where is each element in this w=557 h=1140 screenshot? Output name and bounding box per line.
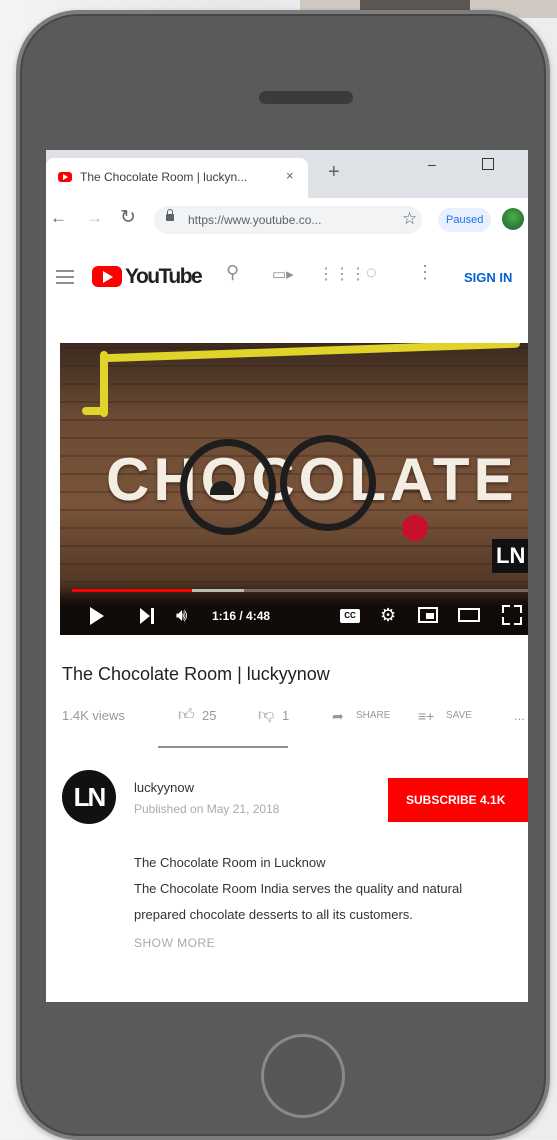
share-button[interactable]: SHARE [356, 710, 390, 721]
youtube-favicon-icon [58, 172, 72, 182]
fullscreen-icon[interactable] [502, 605, 522, 625]
browser-tab[interactable]: The Chocolate Room | luckyn... × [46, 158, 308, 198]
back-arrow-icon[interactable]: ← [50, 208, 67, 228]
video-frame-lamp [402, 515, 428, 541]
phone-home-button[interactable] [261, 1034, 345, 1118]
save-button[interactable]: SAVE [446, 710, 472, 721]
miniplayer-icon[interactable] [418, 607, 438, 623]
video-meta-row: 1.4K views 👍︎ 25 👎︎ 1 ➦ SHARE ≡+ SAVE ..… [62, 706, 528, 736]
phone-screen: The Chocolate Room | luckyn... × + – ← →… [46, 150, 528, 1002]
phone-speaker [259, 91, 353, 104]
sync-paused-button[interactable]: Paused [438, 208, 492, 232]
browser-tab-bar: The Chocolate Room | luckyn... × + – [46, 150, 528, 198]
next-icon[interactable] [140, 608, 154, 624]
bookmark-star-icon[interactable]: ☆ [402, 209, 417, 229]
description-line: The Chocolate Room India serves the qual… [134, 881, 463, 896]
tab-close-icon[interactable]: × [286, 168, 294, 183]
video-title: The Chocolate Room | luckyynow [62, 664, 330, 684]
reload-icon[interactable]: ↻ [120, 206, 136, 229]
settings-more-icon[interactable]: ⋮ [416, 262, 434, 283]
video-description: The Chocolate Room in Lucknow The Chocol… [134, 850, 528, 928]
youtube-play-logo-icon [92, 266, 122, 287]
share-icon[interactable]: ➦ [332, 708, 344, 725]
like-icon[interactable]: 👍︎ [178, 706, 195, 725]
video-frame-bicycle-wheel [280, 435, 376, 531]
more-actions-icon[interactable]: ... [514, 708, 525, 723]
theater-mode-icon[interactable] [458, 608, 480, 622]
subscribe-button[interactable]: SUBSCRIBE 4.1K [388, 778, 528, 822]
view-count: 1.4K views [62, 708, 125, 723]
dislike-icon[interactable]: 👎︎ [258, 706, 274, 725]
channel-name[interactable]: luckyynow [134, 780, 194, 795]
captions-icon[interactable]: CC [340, 609, 360, 623]
publish-date: Published on May 21, 2018 [134, 802, 280, 816]
search-icon[interactable]: ⚲ [226, 262, 239, 283]
address-bar[interactable]: https://www.youtube.co... ☆ [154, 206, 422, 234]
youtube-logo-text: YouTube [125, 265, 203, 288]
dislike-count: 1 [282, 708, 290, 723]
new-tab-button[interactable]: + [328, 162, 340, 182]
lock-icon [166, 209, 174, 221]
browser-toolbar: ← → ↻ https://www.youtube.co... ☆ Paused [46, 198, 528, 243]
tab-title: The Chocolate Room | luckyn... [80, 170, 248, 184]
profile-avatar[interactable] [502, 208, 524, 230]
description-line: The Chocolate Room in Lucknow [134, 855, 326, 870]
forward-arrow-icon[interactable]: → [86, 208, 103, 228]
settings-gear-icon[interactable]: ⚙ [380, 605, 396, 626]
video-player[interactable]: CHOCOLATE LN 🔊︎ 1:16 / 4:48 CC ⚙ [60, 343, 528, 635]
sentiment-bar [158, 746, 288, 748]
address-url[interactable]: https://www.youtube.co... [188, 213, 321, 227]
save-playlist-icon[interactable]: ≡+ [418, 708, 434, 724]
channel-avatar[interactable]: LN [62, 770, 116, 824]
video-time: 1:16 / 4:48 [212, 609, 271, 623]
video-watermark: LN [492, 539, 528, 573]
menu-hamburger-icon[interactable] [56, 270, 74, 288]
video-controls: 🔊︎ 1:16 / 4:48 CC ⚙ [60, 581, 528, 635]
description-line: prepared chocolate desserts to all its c… [134, 907, 413, 922]
progress-played [72, 589, 192, 592]
play-icon[interactable] [90, 607, 104, 625]
apps-grid-icon[interactable]: ⋮⋮⋮ [318, 264, 366, 284]
video-frame-pipe [82, 407, 108, 415]
show-more-button[interactable]: SHOW MORE [134, 936, 215, 950]
sign-in-button[interactable]: SIGN IN [464, 270, 512, 285]
youtube-header: YouTube ⚲ ▭▸ ⋮⋮⋮ ◌ ⋮ SIGN IN [46, 242, 528, 312]
messages-icon[interactable]: ◌ [366, 262, 377, 283]
like-count: 25 [202, 708, 217, 723]
create-video-icon[interactable]: ▭▸ [272, 265, 294, 283]
window-minimize-button[interactable]: – [428, 156, 436, 172]
window-maximize-button[interactable] [482, 158, 494, 170]
volume-icon[interactable]: 🔊︎ [176, 605, 187, 626]
